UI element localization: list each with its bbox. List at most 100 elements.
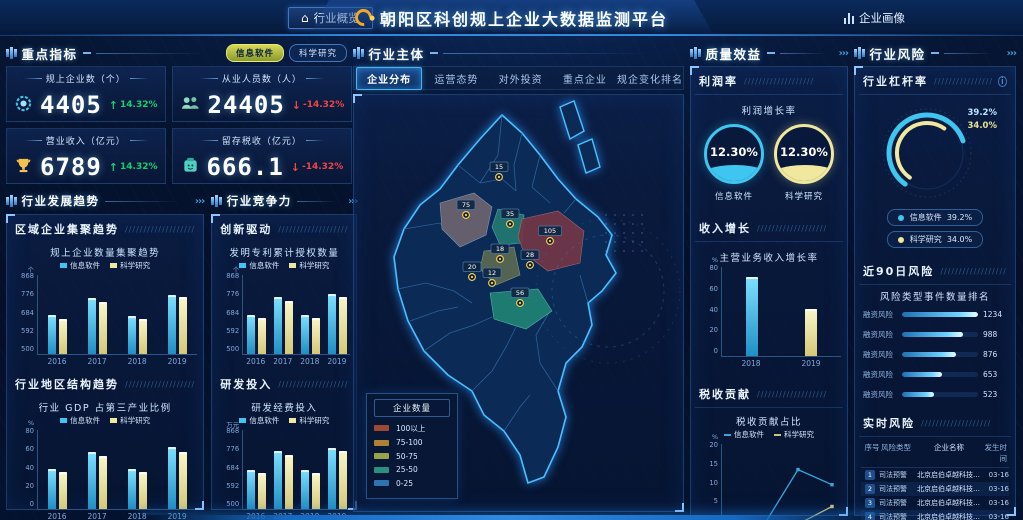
risk-rank-label: 融资风险 — [863, 309, 897, 320]
arrow-down-icon: ↓ — [291, 161, 300, 174]
indicator-value: 666.1 — [207, 153, 284, 181]
divider — [931, 52, 939, 54]
row-index: 2 — [865, 484, 875, 494]
realtime-risk-table: 序号风险类型企业名称发生时间 1 司法预警 北京启伯卓越科技有限公司 03-16… — [855, 437, 1015, 520]
district-exclave — [578, 139, 600, 173]
dashboard: ⌂ 行业概览 朝阳区科创规上企业大数据监测平台 企业画像 重点指标 信息软件 科… — [0, 0, 1023, 520]
divider — [105, 201, 190, 202]
indicator-value-row: 6789 ↑14.32% — [14, 153, 158, 181]
key-indicators-title: 重点指标 — [22, 44, 78, 63]
profit-gauge-value: 12.30% — [777, 145, 831, 159]
cluster-trend-subheader: 区域企业集聚趋势 /////////////////// — [7, 215, 203, 241]
district-exclave — [560, 101, 584, 139]
revenue-growth-chart: 主营业务收入增长率%80604020020182019 — [691, 246, 847, 372]
indicator-delta: ↓-14.32% — [291, 161, 343, 174]
dev-trend-more-button[interactable]: ››› — [195, 196, 204, 207]
risk-rank-value: 1234 — [983, 310, 1007, 319]
revenue-subtitle: 收入增长 — [699, 220, 751, 236]
divider — [780, 53, 834, 54]
quality-header: 质量效益 ››› — [690, 42, 848, 64]
nav-enterprise-portrait-label: 企业画像 — [859, 10, 905, 26]
divider — [83, 52, 91, 54]
indicator-label-row: 留存税收（亿元） — [180, 134, 345, 147]
quality-more-button[interactable]: ››› — [839, 48, 848, 59]
cluster-trend-subtitle: 区域企业集聚趋势 — [15, 221, 119, 237]
indicator-delta: ↑14.32% — [109, 161, 158, 174]
rnd-subtitle: 研发投入 — [220, 376, 272, 392]
indicator-card: 留存税收（亿元） 666.1 ↓-14.32% — [172, 128, 353, 184]
divider — [430, 52, 438, 54]
region-structure-subheader: 行业地区结构趋势 /////////////////// — [7, 370, 203, 396]
risk-title: 行业风险 — [870, 44, 926, 63]
tab-3[interactable]: 重点企业 — [553, 68, 617, 89]
risk-rank-value: 523 — [983, 390, 1007, 399]
key-indicator-cards: 规上企业数（个） 4405 ↑14.32% 从业人员数（人） 24405 ↓-1… — [6, 66, 347, 184]
risk-rank-row: 融资风险 523 — [855, 389, 1015, 400]
table-row[interactable]: 3 司法预警 北京启伯卓越科技有限公司 03-16 — [861, 496, 1009, 510]
svg-text:105: 105 — [544, 227, 556, 235]
tag-info-software[interactable]: 信息软件 — [226, 44, 284, 62]
home-icon: ⌂ — [301, 11, 309, 25]
indicator-value: 6789 — [40, 153, 102, 181]
table-row[interactable]: 2 司法预警 北京启伯卓越科技有限公司 03-16 — [861, 482, 1009, 496]
tab-4[interactable]: 规企变化排名 — [617, 68, 683, 89]
section-icon — [211, 195, 222, 207]
indicator-value-row: 24405 ↓-14.32% — [180, 91, 345, 119]
risk-more-button[interactable]: ››› — [1007, 48, 1016, 59]
recent-risk-subheader: 近90日风险 /////////////////// — [859, 257, 1011, 285]
indicator-label: 规上企业数（个） — [46, 72, 126, 85]
leverage-subtitle: 行业杠杆率 — [863, 73, 928, 89]
leverage-legend-item: 信息软件 39.2% — [887, 209, 984, 226]
profit-gauges: 12.30% 信息软件 12.30% 科学研究 — [691, 118, 847, 204]
profit-subtitle: 利润率 — [699, 73, 738, 89]
app-logo-icon — [352, 6, 376, 30]
map-legend-item: 25-50 — [374, 465, 450, 474]
tax-subheader: 税收贡献 /////////////////// — [695, 380, 843, 408]
realtime-table-header: 序号风险类型企业名称发生时间 — [861, 439, 1009, 468]
hatch-decor: /////////////////// — [757, 390, 839, 399]
svg-text:56: 56 — [516, 289, 524, 297]
nav-enterprise-portrait[interactable]: 企业画像 — [834, 7, 916, 29]
table-row[interactable]: 1 司法预警 北京启伯卓越科技有限公司 03-16 — [861, 468, 1009, 482]
section-icon — [854, 47, 865, 59]
table-row[interactable]: 4 司法预警 北京启伯卓越科技有限公司 03-16 — [861, 510, 1009, 520]
section-icon — [6, 195, 17, 207]
innovation-subheader: 创新驱动 /////////////////// — [212, 215, 356, 241]
risk-rank-title: 风险类型事件数量排名 — [855, 289, 1015, 303]
dev-trend-title: 行业发展趋势 — [22, 193, 100, 209]
tab-1[interactable]: 运营态势 — [424, 68, 488, 89]
leverage-legend: 信息软件 39.2%科学研究 34.0% — [855, 209, 1015, 248]
risk-rank-label: 融资风险 — [863, 329, 897, 340]
hatch-decor: /////////////////// — [940, 267, 1007, 276]
info-icon[interactable]: i — [998, 76, 1007, 87]
risk-rank-row: 融资风险 1234 — [855, 309, 1015, 320]
profit-subheader: 利润率 /////////////////// — [695, 67, 843, 95]
leverage-subheader: 行业杠杆率 /////////////////// i — [859, 67, 1011, 95]
svg-text:20: 20 — [468, 263, 476, 271]
company-name: 北京启伯卓越科技有限公司 — [917, 512, 981, 520]
revenue-subheader: 收入增长 /////////////////// — [695, 214, 843, 242]
arrow-up-icon: ↑ — [109, 99, 118, 112]
quality-panel: 利润率 /////////////////// 利润增长率 12.30% 信息软… — [690, 66, 848, 516]
section-icon — [690, 47, 701, 59]
app-title-wrap: 朝阳区科创规上企业大数据监测平台 — [309, 0, 714, 36]
indicator-label: 留存税收（亿元） — [222, 134, 302, 147]
rnd-chart: 研发经费投入信息软件科学研究万元868776684592500201620172… — [212, 396, 356, 520]
tag-science-research[interactable]: 科学研究 — [289, 44, 347, 62]
svg-text:28: 28 — [526, 251, 534, 259]
leverage-gauge-labels: 39.2% 34.0% — [968, 107, 998, 133]
people-icon — [180, 95, 201, 115]
indicator-label: 从业人员数（人） — [222, 72, 302, 85]
tab-0[interactable]: 企业分布 — [356, 67, 422, 90]
risk-column: 行业风险 ››› 行业杠杆率 /////////////////// i 39.… — [854, 40, 1016, 516]
divider — [443, 53, 684, 54]
chart-legend: 信息软件科学研究 — [13, 260, 197, 271]
divider — [767, 52, 775, 54]
occur-time: 03-16 — [981, 513, 1009, 520]
tab-2[interactable]: 对外投资 — [489, 68, 553, 89]
indicator-label-row: 规上企业数（个） — [14, 72, 158, 85]
map-legend-item: 100以上 — [374, 423, 450, 434]
map-legend-item: 50-75 — [374, 452, 450, 461]
hatch-decor: /////////////////// — [934, 77, 992, 86]
occur-time: 03-16 — [981, 485, 1009, 493]
